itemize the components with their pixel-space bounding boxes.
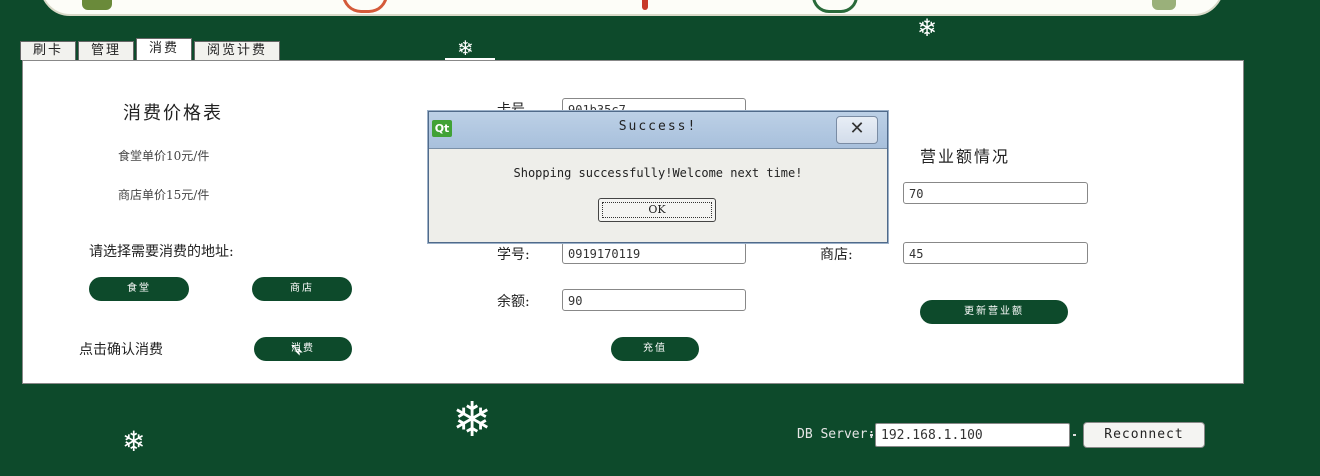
dialog-title: Success! xyxy=(618,119,698,134)
confirm-label: 点击确认消费 xyxy=(79,342,163,358)
shop-revenue-field[interactable]: 45 xyxy=(903,242,1088,264)
student-id-field[interactable]: 0919170119 xyxy=(562,242,746,264)
shop-button[interactable]: 商店 xyxy=(252,277,352,301)
revenue-title: 营业额情况 xyxy=(920,147,1011,166)
reconnect-button[interactable]: Reconnect xyxy=(1083,422,1205,448)
banner-ornament-decoration xyxy=(1152,0,1176,10)
canteen-button[interactable]: 食堂 xyxy=(89,277,189,301)
dialog-titlebar: Qt Success! ✕ xyxy=(429,112,887,149)
tab-bar: 刷卡 管理 消费 阅览计费 xyxy=(20,38,282,60)
tab-manage[interactable]: 管理 xyxy=(78,41,135,60)
recharge-button[interactable]: 充值 xyxy=(611,337,699,361)
price-table-title: 消费价格表 xyxy=(123,103,223,124)
success-dialog: Qt Success! ✕ Shopping successfully!Welc… xyxy=(428,111,888,243)
snowflake-icon: ❄ xyxy=(457,36,474,60)
separator-dot xyxy=(870,434,873,436)
location-prompt: 请选择需要消费的地址: xyxy=(89,244,234,260)
snowflake-icon: ❄ xyxy=(122,425,146,458)
shop-revenue-label: 商店: xyxy=(820,247,853,263)
tab-swipe-card[interactable]: 刷卡 xyxy=(20,41,77,60)
banner-stick-decoration xyxy=(642,0,648,10)
ok-button[interactable]: OK xyxy=(598,198,716,222)
balance-label: 余额: xyxy=(497,294,530,310)
tab-consume[interactable]: 消费 xyxy=(136,38,193,60)
student-id-label: 学号: xyxy=(497,247,530,263)
separator-dot xyxy=(1073,434,1076,436)
db-server-label: DB Server: xyxy=(797,427,876,442)
dialog-message: Shopping successfully!Welcome next time! xyxy=(513,166,803,180)
tab-reading-billing[interactable]: 阅览计费 xyxy=(194,41,281,60)
decorative-banner xyxy=(40,0,1224,16)
shop-price: 商店单价15元/件 xyxy=(118,188,210,202)
db-server-field[interactable]: 192.168.1.100 xyxy=(875,423,1070,447)
canteen-revenue-field[interactable]: 70 xyxy=(903,182,1088,204)
snowflake-icon: ❄ xyxy=(452,392,493,448)
banner-bowl-decoration xyxy=(812,0,858,13)
banner-tree-decoration xyxy=(82,0,112,10)
canteen-price: 食堂单价10元/件 xyxy=(118,149,210,163)
mouse-cursor-icon: ➶ xyxy=(289,339,305,360)
ok-button-label: OK xyxy=(648,203,666,216)
balance-field[interactable]: 90 xyxy=(562,289,746,311)
update-revenue-button[interactable]: 更新营业额 xyxy=(920,300,1068,324)
close-icon[interactable]: ✕ xyxy=(836,116,878,144)
banner-wreath-decoration xyxy=(342,0,388,13)
snowflake-icon: ❄ xyxy=(917,14,938,42)
